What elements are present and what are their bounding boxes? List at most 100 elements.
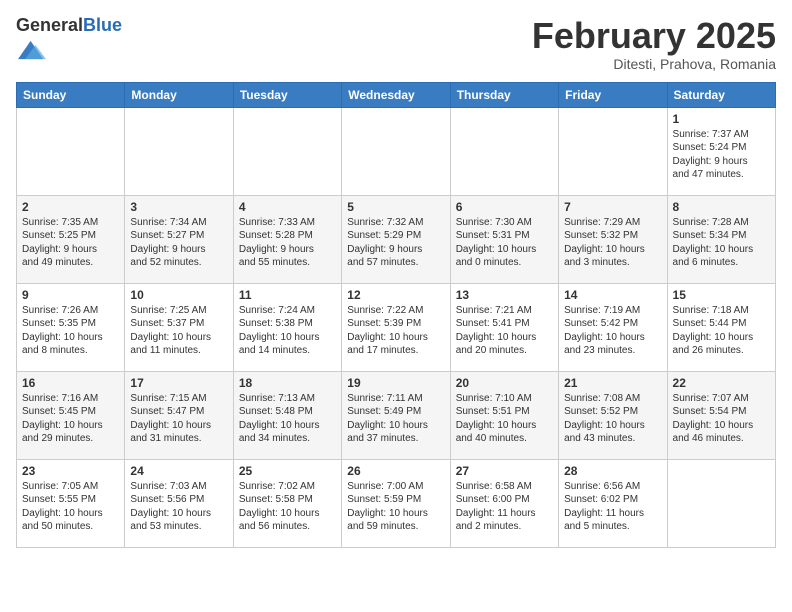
calendar-week-5: 23 Sunrise: 7:05 AM Sunset: 5:55 PM Dayli… xyxy=(17,459,776,547)
calendar-cell xyxy=(667,459,775,547)
day-number: 23 xyxy=(22,464,119,478)
day-info: Sunrise: 7:11 AM Sunset: 5:49 PM Dayligh… xyxy=(347,392,444,446)
logo-icon xyxy=(18,36,46,64)
calendar-cell xyxy=(125,107,233,195)
calendar-cell: 17 Sunrise: 7:15 AM Sunset: 5:47 PM Dayli… xyxy=(125,371,233,459)
day-info: Sunrise: 7:00 AM Sunset: 5:59 PM Dayligh… xyxy=(347,480,444,534)
calendar-table: SundayMondayTuesdayWednesdayThursdayFrid… xyxy=(16,82,776,548)
day-info: Sunrise: 7:03 AM Sunset: 5:56 PM Dayligh… xyxy=(130,480,227,534)
day-number: 13 xyxy=(456,288,553,302)
calendar-cell: 18 Sunrise: 7:13 AM Sunset: 5:48 PM Dayli… xyxy=(233,371,341,459)
day-number: 21 xyxy=(564,376,661,390)
calendar-cell: 14Sunrise: 7:19 AM Sunset: 5:42 PM Dayli… xyxy=(559,283,667,371)
day-info: Sunrise: 7:10 AM Sunset: 5:51 PM Dayligh… xyxy=(456,392,553,446)
location-subtitle: Ditesti, Prahova, Romania xyxy=(532,56,776,72)
day-info: Sunrise: 6:58 AM Sunset: 6:00 PM Dayligh… xyxy=(456,480,553,534)
calendar-cell: 15Sunrise: 7:18 AM Sunset: 5:44 PM Dayli… xyxy=(667,283,775,371)
day-number: 15 xyxy=(673,288,770,302)
calendar-week-4: 16 Sunrise: 7:16 AM Sunset: 5:45 PM Dayli… xyxy=(17,371,776,459)
day-info: Sunrise: 7:28 AM Sunset: 5:34 PM Dayligh… xyxy=(673,216,770,270)
calendar-cell: 11Sunrise: 7:24 AM Sunset: 5:38 PM Dayli… xyxy=(233,283,341,371)
calendar-cell: 27 Sunrise: 6:58 AM Sunset: 6:00 PM Dayli… xyxy=(450,459,558,547)
day-info: Sunrise: 6:56 AM Sunset: 6:02 PM Dayligh… xyxy=(564,480,661,534)
day-info: Sunrise: 7:08 AM Sunset: 5:52 PM Dayligh… xyxy=(564,392,661,446)
calendar-cell xyxy=(233,107,341,195)
day-info: Sunrise: 7:32 AM Sunset: 5:29 PM Dayligh… xyxy=(347,216,444,270)
page-header: GeneralBlue February 2025 Ditesti, Praho… xyxy=(16,16,776,72)
day-number: 24 xyxy=(130,464,227,478)
day-info: Sunrise: 7:35 AM Sunset: 5:25 PM Dayligh… xyxy=(22,216,119,270)
calendar-cell xyxy=(450,107,558,195)
day-number: 28 xyxy=(564,464,661,478)
day-info: Sunrise: 7:22 AM Sunset: 5:39 PM Dayligh… xyxy=(347,304,444,358)
day-number: 12 xyxy=(347,288,444,302)
day-number: 27 xyxy=(456,464,553,478)
calendar-cell: 4Sunrise: 7:33 AM Sunset: 5:28 PM Daylig… xyxy=(233,195,341,283)
day-number: 11 xyxy=(239,288,336,302)
calendar-cell: 20 Sunrise: 7:10 AM Sunset: 5:51 PM Dayli… xyxy=(450,371,558,459)
day-number: 4 xyxy=(239,200,336,214)
calendar-cell: 6 Sunrise: 7:30 AM Sunset: 5:31 PM Daylig… xyxy=(450,195,558,283)
title-block: February 2025 Ditesti, Prahova, Romania xyxy=(532,16,776,72)
calendar-cell: 21 Sunrise: 7:08 AM Sunset: 5:52 PM Dayli… xyxy=(559,371,667,459)
calendar-cell: 28 Sunrise: 6:56 AM Sunset: 6:02 PM Dayli… xyxy=(559,459,667,547)
calendar-cell: 2Sunrise: 7:35 AM Sunset: 5:25 PM Daylig… xyxy=(17,195,125,283)
calendar-cell: 25 Sunrise: 7:02 AM Sunset: 5:58 PM Dayli… xyxy=(233,459,341,547)
day-number: 19 xyxy=(347,376,444,390)
day-number: 1 xyxy=(673,112,770,126)
day-number: 16 xyxy=(22,376,119,390)
day-number: 10 xyxy=(130,288,227,302)
calendar-week-1: 1Sunrise: 7:37 AM Sunset: 5:24 PM Daylig… xyxy=(17,107,776,195)
day-info: Sunrise: 7:16 AM Sunset: 5:45 PM Dayligh… xyxy=(22,392,119,446)
day-number: 18 xyxy=(239,376,336,390)
logo-blue-text: Blue xyxy=(83,15,122,35)
calendar-cell: 3 Sunrise: 7:34 AM Sunset: 5:27 PM Daylig… xyxy=(125,195,233,283)
calendar-cell: 23 Sunrise: 7:05 AM Sunset: 5:55 PM Dayli… xyxy=(17,459,125,547)
weekday-header-sunday: Sunday xyxy=(17,82,125,107)
day-number: 20 xyxy=(456,376,553,390)
weekday-header-friday: Friday xyxy=(559,82,667,107)
day-number: 22 xyxy=(673,376,770,390)
calendar-cell: 7 Sunrise: 7:29 AM Sunset: 5:32 PM Daylig… xyxy=(559,195,667,283)
day-info: Sunrise: 7:29 AM Sunset: 5:32 PM Dayligh… xyxy=(564,216,661,270)
day-info: Sunrise: 7:34 AM Sunset: 5:27 PM Dayligh… xyxy=(130,216,227,270)
day-number: 7 xyxy=(564,200,661,214)
day-info: Sunrise: 7:07 AM Sunset: 5:54 PM Dayligh… xyxy=(673,392,770,446)
weekday-header-wednesday: Wednesday xyxy=(342,82,450,107)
weekday-header-saturday: Saturday xyxy=(667,82,775,107)
day-info: Sunrise: 7:15 AM Sunset: 5:47 PM Dayligh… xyxy=(130,392,227,446)
day-number: 8 xyxy=(673,200,770,214)
calendar-week-3: 9Sunrise: 7:26 AM Sunset: 5:35 PM Daylig… xyxy=(17,283,776,371)
logo-general-text: General xyxy=(16,15,83,35)
calendar-cell: 16 Sunrise: 7:16 AM Sunset: 5:45 PM Dayli… xyxy=(17,371,125,459)
calendar-cell: 19 Sunrise: 7:11 AM Sunset: 5:49 PM Dayli… xyxy=(342,371,450,459)
day-number: 17 xyxy=(130,376,227,390)
day-info: Sunrise: 7:25 AM Sunset: 5:37 PM Dayligh… xyxy=(130,304,227,358)
day-info: Sunrise: 7:05 AM Sunset: 5:55 PM Dayligh… xyxy=(22,480,119,534)
calendar-cell: 9Sunrise: 7:26 AM Sunset: 5:35 PM Daylig… xyxy=(17,283,125,371)
calendar-cell: 10 Sunrise: 7:25 AM Sunset: 5:37 PM Dayli… xyxy=(125,283,233,371)
day-info: Sunrise: 7:30 AM Sunset: 5:31 PM Dayligh… xyxy=(456,216,553,270)
calendar-cell xyxy=(559,107,667,195)
logo: GeneralBlue xyxy=(16,16,122,69)
month-year-title: February 2025 xyxy=(532,16,776,56)
calendar-cell: 24 Sunrise: 7:03 AM Sunset: 5:56 PM Dayli… xyxy=(125,459,233,547)
calendar-cell: 1Sunrise: 7:37 AM Sunset: 5:24 PM Daylig… xyxy=(667,107,775,195)
day-number: 6 xyxy=(456,200,553,214)
weekday-header-tuesday: Tuesday xyxy=(233,82,341,107)
calendar-cell: 12 Sunrise: 7:22 AM Sunset: 5:39 PM Dayli… xyxy=(342,283,450,371)
calendar-week-2: 2Sunrise: 7:35 AM Sunset: 5:25 PM Daylig… xyxy=(17,195,776,283)
weekday-header-monday: Monday xyxy=(125,82,233,107)
day-info: Sunrise: 7:02 AM Sunset: 5:58 PM Dayligh… xyxy=(239,480,336,534)
day-info: Sunrise: 7:26 AM Sunset: 5:35 PM Dayligh… xyxy=(22,304,119,358)
calendar-cell xyxy=(342,107,450,195)
calendar-cell: 26Sunrise: 7:00 AM Sunset: 5:59 PM Dayli… xyxy=(342,459,450,547)
day-number: 25 xyxy=(239,464,336,478)
weekday-header-row: SundayMondayTuesdayWednesdayThursdayFrid… xyxy=(17,82,776,107)
day-number: 3 xyxy=(130,200,227,214)
day-number: 5 xyxy=(347,200,444,214)
calendar-cell: 5 Sunrise: 7:32 AM Sunset: 5:29 PM Daylig… xyxy=(342,195,450,283)
day-info: Sunrise: 7:13 AM Sunset: 5:48 PM Dayligh… xyxy=(239,392,336,446)
day-info: Sunrise: 7:21 AM Sunset: 5:41 PM Dayligh… xyxy=(456,304,553,358)
calendar-cell: 8 Sunrise: 7:28 AM Sunset: 5:34 PM Daylig… xyxy=(667,195,775,283)
